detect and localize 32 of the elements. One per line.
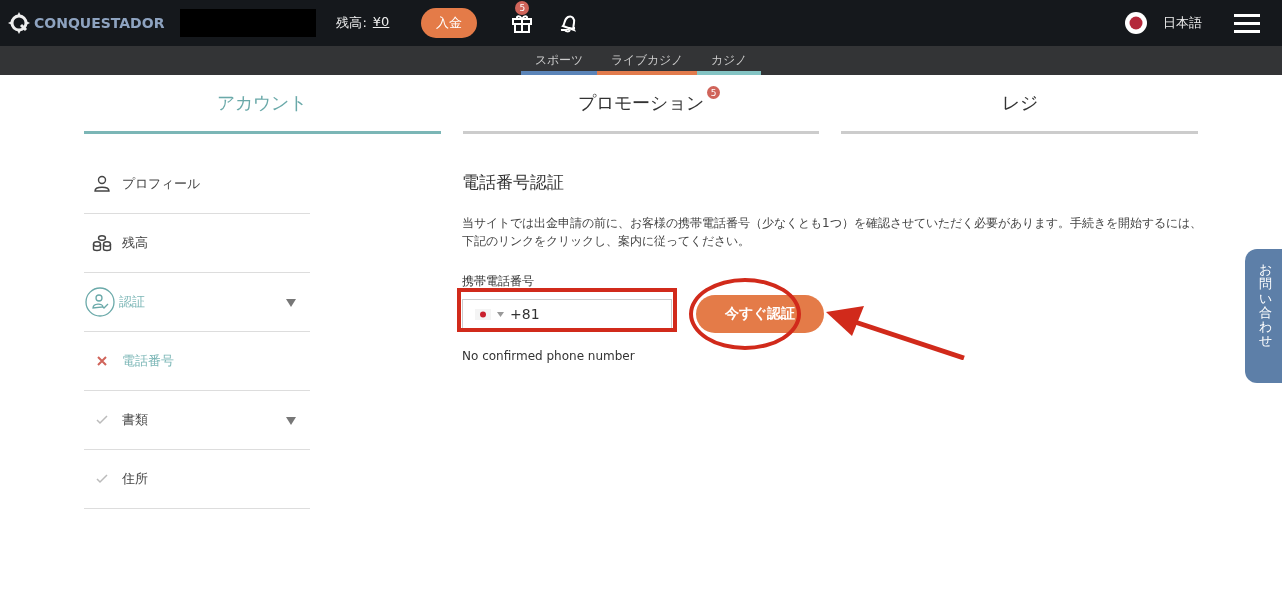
phone-input-field[interactable]: +81 — [462, 299, 672, 329]
check-icon — [96, 474, 108, 484]
gift-icon[interactable] — [511, 12, 534, 34]
notification-badge: 5 — [707, 86, 720, 99]
language-selector[interactable]: 日本語 — [1163, 14, 1202, 32]
category-tab[interactable]: スポーツ — [521, 46, 597, 75]
field-label: 携帯電話番号 — [462, 273, 535, 290]
section-tab[interactable]: レジ — [841, 75, 1198, 134]
coins-icon — [92, 234, 112, 252]
sidebar-item[interactable]: 書類 — [84, 391, 310, 450]
sidebar-item[interactable]: プロフィール — [84, 155, 310, 214]
category-tab[interactable]: ライブカジノ — [597, 46, 697, 75]
flag-icon — [475, 308, 491, 320]
section-title: 電話番号認証 — [462, 171, 565, 194]
person-icon — [93, 175, 111, 193]
menu-icon[interactable] — [1234, 13, 1260, 33]
notification-badge: 5 — [515, 1, 530, 15]
balance-value[interactable]: ¥0 — [372, 14, 390, 32]
flag-icon[interactable] — [1125, 12, 1147, 34]
balance-label: 残高: — [336, 14, 367, 32]
logo-text[interactable]: CONQUESTADOR — [34, 15, 165, 31]
sidebar-item[interactable]: 住所 — [84, 450, 310, 509]
compass-logo-icon — [7, 11, 31, 35]
check-icon — [96, 415, 108, 425]
status-text: No confirmed phone number — [462, 349, 636, 363]
cross-icon — [96, 355, 108, 367]
sidebar-item[interactable]: 残高 — [84, 214, 310, 273]
category-tab[interactable]: カジノ — [697, 46, 761, 75]
description-text: 当サイトでは出金申請の前に、お客様の携帯電話番号（少なくとも1つ）を確認させていただく必要があります。手続きを開始するには、下記のリンクをクリックし、案内に従ってください。 — [462, 215, 1202, 250]
verified-user-icon — [85, 287, 115, 317]
section-tab[interactable]: プロモーション 5 — [462, 75, 820, 134]
caret-icon — [497, 311, 504, 317]
